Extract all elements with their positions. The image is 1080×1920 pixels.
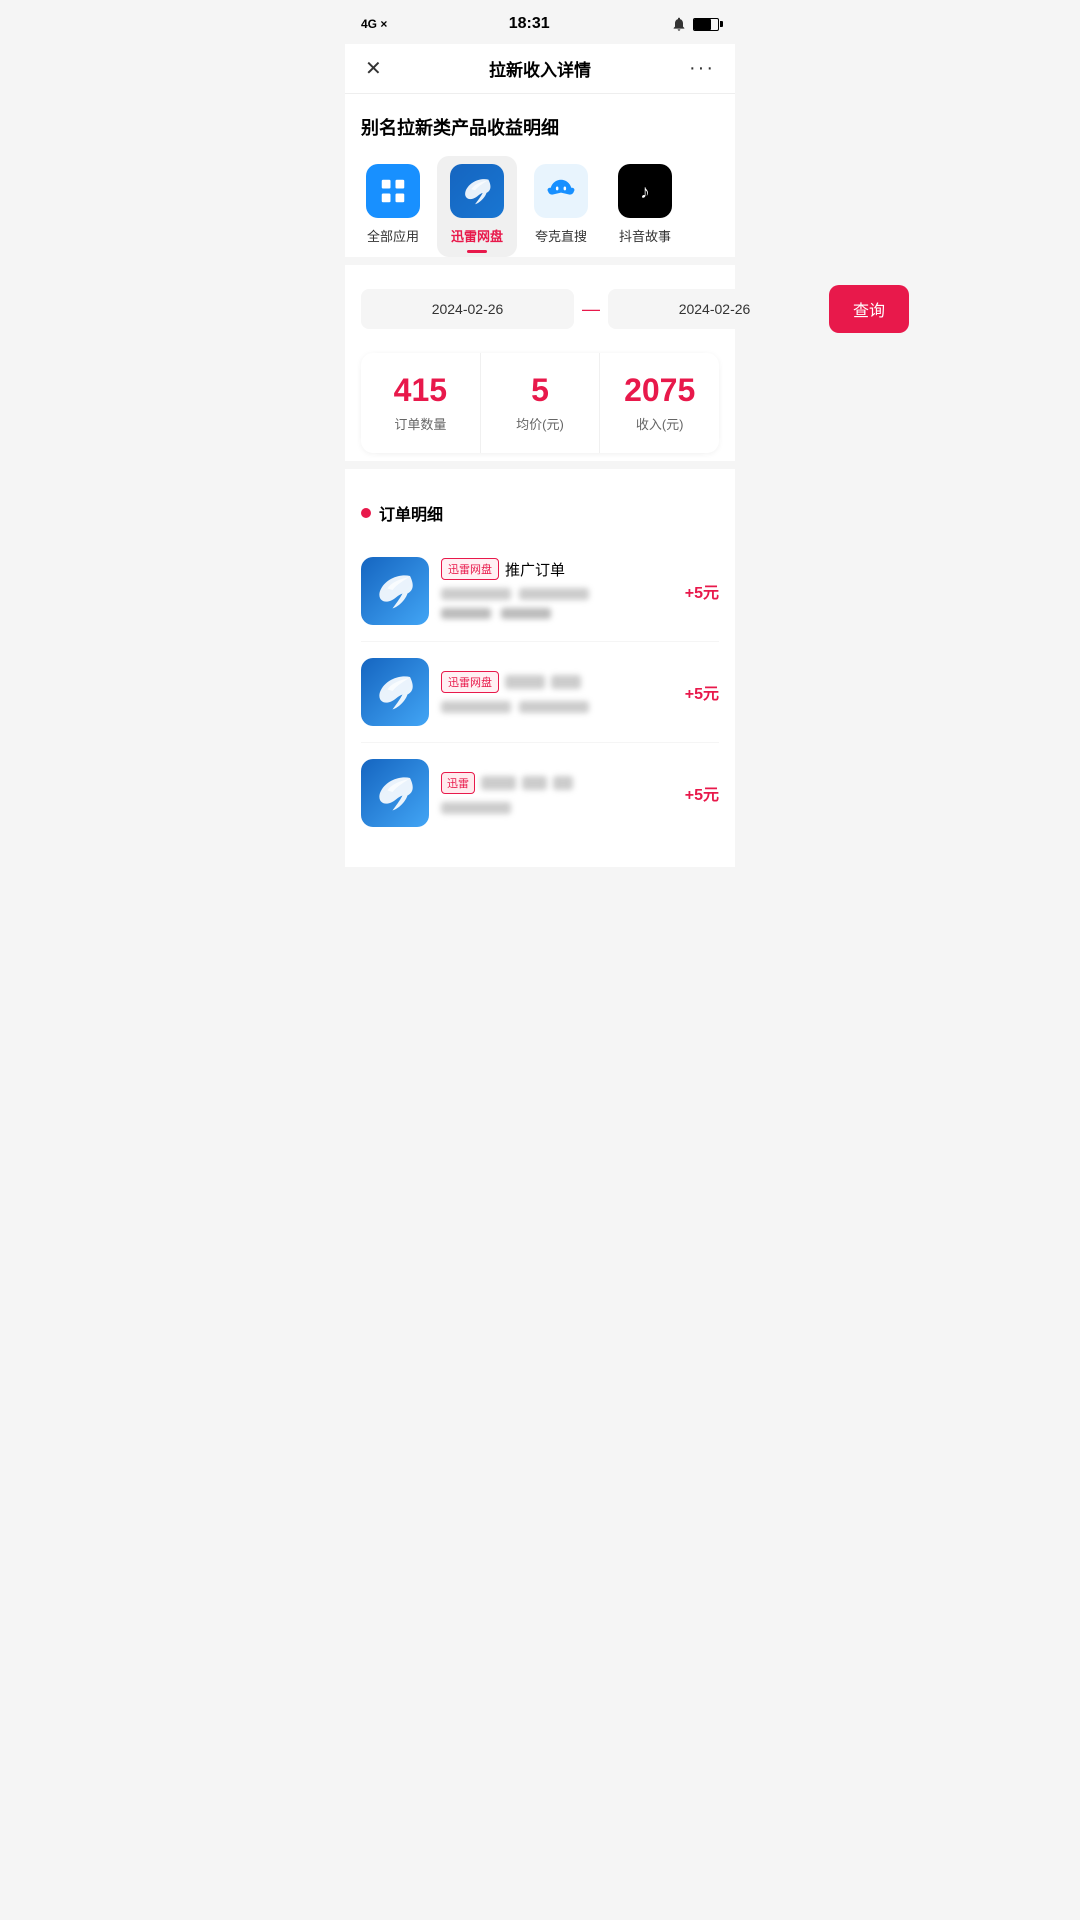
order-blur-2a [441, 701, 511, 713]
battery-icon [693, 18, 719, 31]
order-blur-2title2 [551, 675, 581, 689]
tab-douyin[interactable]: ♪ 抖音故事 [605, 156, 685, 257]
status-bar: 4G × 18:31 [345, 0, 735, 44]
order-header-3: 迅雷 [441, 772, 673, 794]
douyin-icon: ♪ [618, 164, 672, 218]
order-section-title: 订单明细 [361, 501, 719, 525]
order-blur-2b [519, 701, 589, 713]
active-indicator [467, 250, 487, 253]
order-blur-1c [441, 608, 491, 619]
tab-xunlei-label: 迅雷网盘 [451, 226, 503, 245]
avg-price-value: 5 [489, 373, 592, 408]
nav-bar: ✕ 拉新收入详情 ··· [345, 44, 735, 94]
tab-douyin-label: 抖音故事 [619, 226, 671, 245]
separator-2 [345, 461, 735, 469]
end-date-input[interactable] [608, 289, 821, 329]
order-type-1: 推广订单 [505, 559, 565, 580]
order-app-icon-3 [361, 759, 429, 827]
stats-row: 415 订单数量 5 均价(元) 2075 收入(元) [361, 353, 719, 453]
order-blur-3title2 [522, 776, 547, 790]
order-xunlei-bird-1 [370, 566, 420, 616]
order-tag-1: 迅雷网盘 [441, 558, 499, 580]
order-tag-2: 迅雷网盘 [441, 671, 499, 693]
order-dot-icon [361, 508, 371, 518]
order-blur-1d [501, 608, 551, 619]
signal-indicator: 4G × [361, 17, 387, 31]
kuake-icon [534, 164, 588, 218]
stat-avg-price: 5 均价(元) [481, 353, 601, 453]
more-button[interactable]: ··· [675, 57, 715, 80]
date-filter: — 查询 [345, 273, 735, 345]
order-blur-3title3 [553, 776, 573, 790]
order-blur-2title [505, 675, 545, 689]
order-blur-1b [519, 588, 589, 600]
order-blur-3title [481, 776, 516, 790]
close-button[interactable]: ✕ [365, 56, 405, 81]
tab-xunlei[interactable]: 迅雷网盘 [437, 156, 517, 257]
all-apps-icon [366, 164, 420, 218]
order-info-2: 迅雷网盘 [441, 671, 673, 713]
xunlei-bird-svg [458, 172, 496, 210]
order-count-value: 415 [369, 373, 472, 408]
income-label: 收入(元) [608, 414, 711, 433]
date-separator: — [582, 299, 600, 320]
order-meta-3 [441, 802, 673, 814]
order-count-label: 订单数量 [369, 414, 472, 433]
query-button[interactable]: 查询 [829, 285, 909, 333]
order-meta-2 [441, 701, 673, 713]
main-content: 别名拉新类产品收益明细 全部应用 [345, 94, 735, 867]
order-header-1: 迅雷网盘 推广订单 [441, 558, 673, 580]
tab-all-apps[interactable]: 全部应用 [353, 156, 433, 257]
bell-icon [671, 16, 687, 32]
order-blur-3a [441, 802, 511, 814]
order-item-2[interactable]: 迅雷网盘 +5元 [361, 642, 719, 743]
order-xunlei-bird-3 [370, 768, 420, 818]
order-xunlei-bird-2 [370, 667, 420, 717]
tab-kuake-label: 夸克直搜 [535, 226, 587, 245]
stat-income: 2075 收入(元) [600, 353, 719, 453]
order-amount-1: +5元 [685, 579, 719, 603]
order-app-icon-2 [361, 658, 429, 726]
page-title: 拉新收入详情 [489, 56, 591, 81]
stat-order-count: 415 订单数量 [361, 353, 481, 453]
start-date-input[interactable] [361, 289, 574, 329]
status-icons [671, 16, 719, 32]
order-section: 订单明细 迅雷网盘 推广订单 [345, 485, 735, 867]
order-amount-3: +5元 [685, 781, 719, 805]
tab-kuake[interactable]: 夸克直搜 [521, 156, 601, 257]
avg-price-label: 均价(元) [489, 414, 592, 433]
xunlei-icon [450, 164, 504, 218]
app-tabs: 全部应用 迅雷网盘 夸克直搜 [345, 156, 735, 257]
income-value: 2075 [608, 373, 711, 408]
order-header-2: 迅雷网盘 [441, 671, 673, 693]
order-blur-1a [441, 588, 511, 600]
order-item-3[interactable]: 迅雷 +5元 [361, 743, 719, 851]
section-title: 别名拉新类产品收益明细 [345, 94, 735, 156]
order-app-icon-1 [361, 557, 429, 625]
order-item[interactable]: 迅雷网盘 推广订单 +5元 [361, 541, 719, 642]
svg-text:♪: ♪ [640, 182, 650, 203]
order-info-3: 迅雷 [441, 772, 673, 814]
clock: 18:31 [509, 15, 550, 33]
order-amount-2: +5元 [685, 680, 719, 704]
order-meta-1 [441, 588, 673, 600]
separator-1 [345, 257, 735, 265]
tab-all-label: 全部应用 [367, 226, 419, 245]
order-tag-3: 迅雷 [441, 772, 475, 794]
order-info-1: 迅雷网盘 推广订单 [441, 558, 673, 624]
